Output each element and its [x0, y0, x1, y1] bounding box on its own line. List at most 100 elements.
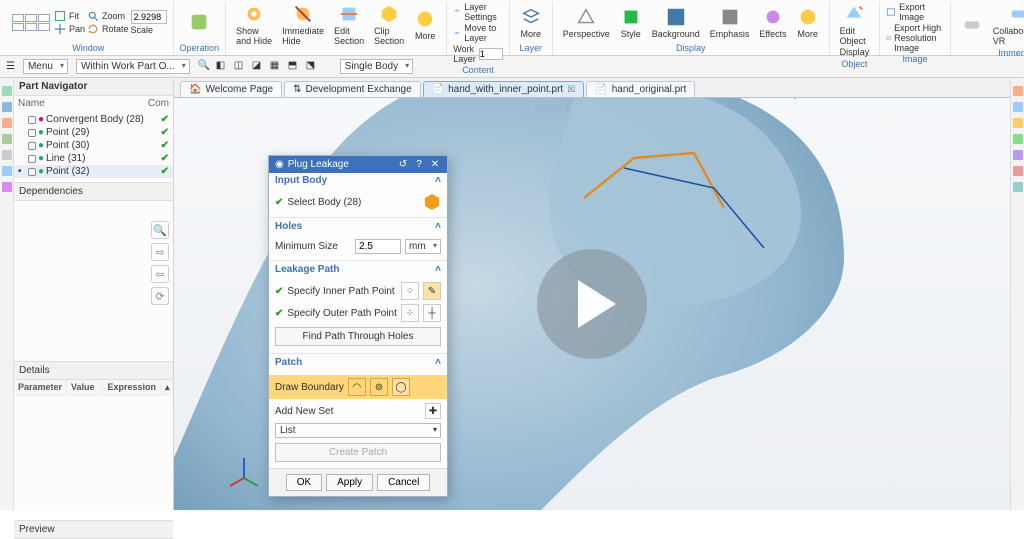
close-icon[interactable]: ☒ — [567, 84, 575, 95]
section-holes[interactable]: Holes˄ — [269, 219, 447, 234]
section-input-body[interactable]: Input Body˄ — [269, 173, 447, 188]
edit-section-button[interactable]: Edit Section — [330, 2, 368, 47]
details-pane: Parameter Value Expression ▴ — [14, 380, 173, 520]
group-window: Fit Pan Zoom Rotate Scale Window — [4, 2, 174, 55]
body-type-icon[interactable] — [423, 193, 441, 211]
outer-point-label[interactable]: Specify Outer Path Point — [287, 308, 397, 319]
tree-row[interactable]: ●Line (31)✔ — [14, 152, 173, 165]
dependencies-header[interactable]: Dependencies — [14, 182, 173, 201]
clip-section-button[interactable]: Clip Section — [370, 2, 408, 47]
zoom-value-input[interactable] — [131, 10, 167, 24]
snap-target-icon[interactable]: ⊕ — [608, 103, 616, 114]
emphasis-button[interactable]: Emphasis — [706, 5, 754, 40]
menu-combo[interactable]: Menu — [23, 59, 68, 74]
nav-right-icon[interactable]: ⇨ — [151, 243, 169, 261]
details-header[interactable]: Details — [14, 361, 173, 380]
work-layer-field[interactable]: Work Layer — [453, 44, 503, 64]
add-set-button[interactable]: ✚ — [425, 403, 441, 419]
select-body-label[interactable]: Select Body (28) — [287, 197, 419, 208]
background-button[interactable]: Background — [648, 5, 704, 40]
ok-button[interactable]: OK — [286, 474, 322, 491]
cancel-button[interactable]: Cancel — [377, 474, 430, 491]
group-display: Perspective Style Background Emphasis Ef… — [553, 2, 830, 55]
group-visibility: Show and Hide Immediate Hide Edit Sectio… — [226, 2, 447, 55]
tree-row[interactable]: ●Point (30)✔ — [14, 139, 173, 152]
tab-dev-exchange[interactable]: ⇅Development Exchange — [284, 81, 421, 97]
col-name[interactable]: Name — [18, 98, 45, 109]
immediate-hide-button[interactable]: Immediate Hide — [278, 2, 328, 47]
zoom-button[interactable]: Zoom — [87, 10, 129, 22]
display-more-button[interactable]: More — [793, 5, 823, 40]
export-image-button[interactable]: Export Image — [886, 2, 944, 22]
tab-other-part[interactable]: 📄hand_original.prt — [586, 81, 695, 97]
tab-welcome[interactable]: 🏠Welcome Page — [180, 81, 282, 97]
tree-row[interactable]: •●Point (32)✔ — [14, 165, 173, 178]
layer-more-button[interactable]: More — [516, 5, 546, 40]
group-image: Export Image Export High Resolution Imag… — [880, 2, 951, 55]
unit-combo[interactable]: mm — [405, 239, 441, 254]
col-com[interactable]: Com — [148, 98, 169, 109]
single-body-combo[interactable]: Single Body — [340, 59, 413, 74]
apply-button[interactable]: Apply — [326, 474, 373, 491]
draw-boundary-opt2[interactable]: ⊚ — [370, 378, 388, 396]
inner-point-icon-1[interactable]: ⁘ — [401, 282, 419, 300]
list-combo[interactable]: List▾ — [275, 423, 441, 438]
dialog-footer: OK Apply Cancel — [269, 468, 447, 496]
export-hires-button[interactable]: Export High Resolution Image — [886, 23, 944, 53]
filter-icons[interactable]: 🔍◧◫◪▦⬒⬔ — [198, 60, 320, 74]
find-path-button[interactable]: Find Path Through Holes — [275, 327, 441, 346]
nav-left-icon[interactable]: ⇦ — [151, 265, 169, 283]
draw-boundary-row[interactable]: Draw Boundary ◠ ⊚ ◯ — [269, 375, 447, 399]
draw-boundary-active[interactable]: ◯ — [392, 378, 410, 396]
fit-button[interactable]: Fit — [54, 10, 85, 22]
ribbon: Fit Pan Zoom Rotate Scale Window Operati… — [0, 0, 1024, 56]
part-navigator: Part Navigator Name Com ●Convergent Body… — [14, 78, 174, 510]
hamburger-icon[interactable]: ☰ — [6, 61, 15, 72]
tree-row[interactable]: ●Convergent Body (28)✔ — [14, 113, 173, 126]
check-icon: ✔ — [275, 286, 283, 297]
rotate-button[interactable]: Rotate — [87, 23, 129, 35]
search-icon[interactable]: 🔍 — [151, 221, 169, 239]
more-visibility-button[interactable]: More — [410, 7, 440, 42]
perspective-button[interactable]: Perspective — [559, 5, 614, 40]
show-hide-button[interactable]: Show and Hide — [232, 2, 276, 47]
dialog-titlebar[interactable]: ◉ Plug Leakage ↺ ? ✕ — [269, 156, 447, 173]
outer-point-icon-2[interactable]: ┼ — [423, 304, 441, 322]
min-size-label: Minimum Size — [275, 241, 351, 252]
details-caret[interactable]: ▴ — [161, 380, 173, 396]
group-content: Layer Settings Move to Layer Work Layer … — [447, 2, 510, 55]
details-col-0[interactable]: Parameter — [14, 380, 67, 396]
effects-button[interactable]: Effects — [755, 5, 790, 40]
video-play-button[interactable] — [537, 249, 647, 359]
tree-row[interactable]: ●Point (29)✔ — [14, 126, 173, 139]
view-select-combo[interactable]: Single Body — [529, 101, 602, 116]
right-tool-strip[interactable] — [1010, 78, 1024, 510]
dialog-help-icon[interactable]: ? — [413, 159, 425, 170]
layer-settings-button[interactable]: Layer Settings — [453, 2, 503, 22]
tab-active-part[interactable]: 📄hand_with_inner_point.prt☒ — [423, 81, 585, 97]
section-leakage-path[interactable]: Leakage Path˄ — [269, 262, 447, 277]
inner-point-label[interactable]: Specify Inner Path Point — [287, 286, 397, 297]
details-col-2[interactable]: Expression — [103, 380, 161, 396]
collab-vr-button[interactable]: Collaborative VR — [989, 2, 1024, 47]
refresh-icon[interactable]: ⟳ — [151, 287, 169, 305]
dialog-reset-icon[interactable]: ↺ — [397, 159, 409, 170]
check-icon: ✔ — [275, 197, 283, 208]
move-to-layer-button[interactable]: Move to Layer — [453, 23, 503, 43]
dialog-title: Plug Leakage — [288, 159, 393, 170]
style-button[interactable]: Style — [616, 5, 646, 40]
details-col-1[interactable]: Value — [67, 380, 103, 396]
scope-combo[interactable]: Within Work Part O... — [76, 59, 190, 74]
operation-btn[interactable] — [184, 10, 214, 34]
outer-point-icon-1[interactable]: ⁘ — [401, 304, 419, 322]
edit-object-display-button[interactable]: Edit ObjectDisplay — [836, 2, 874, 58]
preview-header[interactable]: Preview — [14, 520, 173, 539]
dialog-close-icon[interactable]: ✕ — [429, 159, 441, 170]
left-tool-strip[interactable] — [0, 78, 14, 510]
draw-boundary-opt1[interactable]: ◠ — [348, 378, 366, 396]
pan-button[interactable]: Pan — [54, 23, 85, 35]
section-patch[interactable]: Patch˄ — [269, 355, 447, 370]
window-layout-grid[interactable] — [10, 12, 52, 33]
min-size-input[interactable] — [355, 239, 401, 254]
inner-point-icon-pick[interactable]: ✎ — [423, 282, 441, 300]
